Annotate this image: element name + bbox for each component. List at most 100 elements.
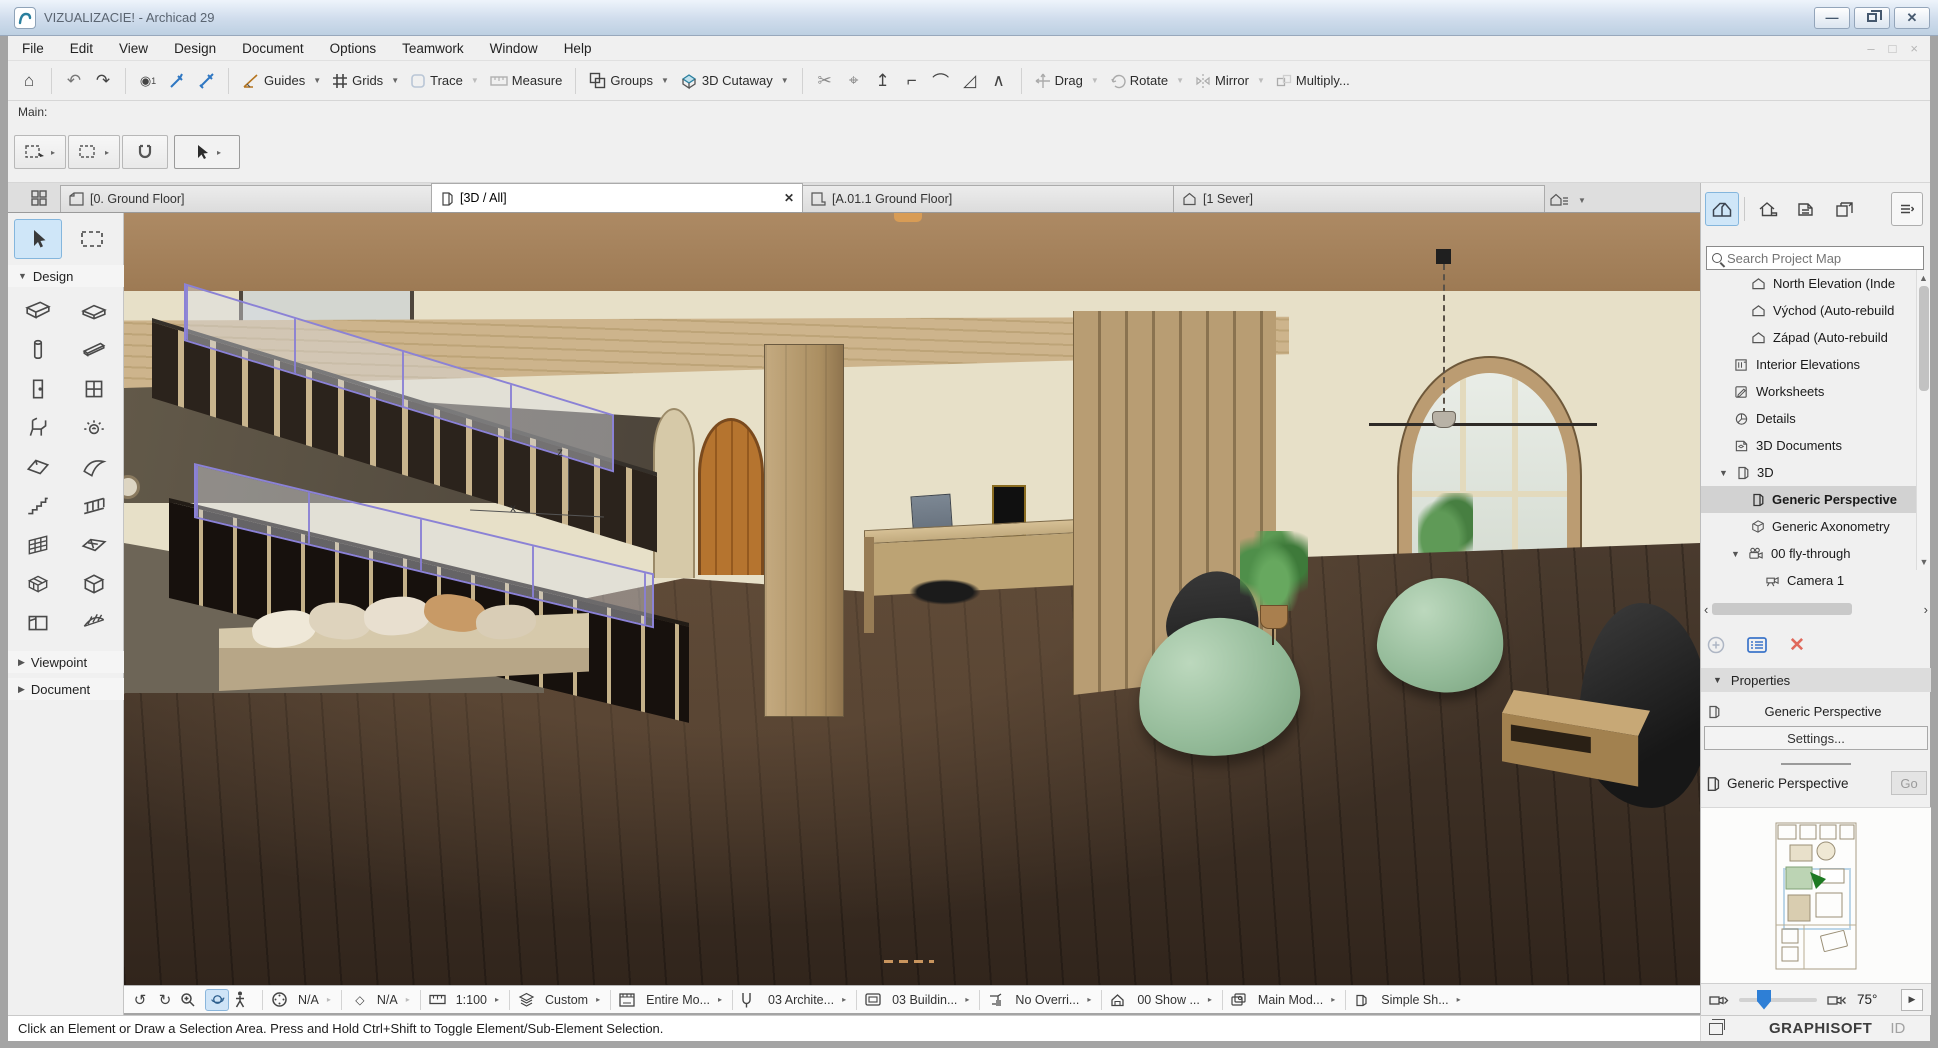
column-tool-button[interactable] [13,330,63,369]
scale-control[interactable]: 1:100▸ [454,993,501,1007]
graphic-overrides-control[interactable]: No Overri...▸ [1013,993,1093,1007]
tree-item-3d-documents[interactable]: 3D Documents [1701,432,1916,459]
scroll-right-icon[interactable]: › [1924,602,1928,617]
zoom-to-selection-icon[interactable]: ◉1 [137,73,159,89]
structure-display-control[interactable]: Entire Mo...▸ [644,993,724,1007]
marquee-selection-button[interactable]: ▸ [14,135,66,169]
tree-item-camera-1[interactable]: Camera 1 [1701,567,1916,594]
menu-options[interactable]: Options [330,41,377,56]
cutaway-handle-bottom[interactable] [884,960,934,963]
trim-icon[interactable]: ⌐ [901,71,923,91]
scene-window[interactable] [1397,356,1582,574]
redo-icon[interactable]: ↷ [92,71,114,91]
tab-a011-ground-floor[interactable]: [A.01.1 Ground Floor] [802,185,1174,212]
tree-item-generic-axonometry[interactable]: Generic Axonometry [1701,513,1916,540]
mesh-tool-button[interactable] [69,525,119,564]
scene-arch-opening[interactable] [653,408,695,578]
object-tool-button[interactable] [13,408,63,447]
menu-view[interactable]: View [119,41,148,56]
scrollbar-thumb[interactable] [1919,286,1929,391]
tree-item-3d[interactable]: ▼ 3D [1701,459,1916,486]
gravity-magnet-button[interactable] [122,135,168,169]
lamp-tool-button[interactable] [69,408,119,447]
menu-edit[interactable]: Edit [70,41,93,56]
tab-ground-floor[interactable]: [0. Ground Floor] [60,185,432,212]
home-icon[interactable]: ⌂ [18,71,40,91]
navigator-menu-button[interactable] [1891,192,1923,226]
tab-overview-grid-icon[interactable] [22,186,56,210]
mirror-button[interactable]: Mirror▼ [1193,73,1267,89]
multiply-button[interactable]: Multiply... [1274,73,1352,89]
close-button[interactable]: ✕ [1894,7,1930,29]
scroll-up-icon[interactable]: ▲ [1917,273,1930,283]
menu-design[interactable]: Design [174,41,216,56]
child-close-icon[interactable]: × [1910,41,1918,56]
window-tool-button[interactable] [69,369,119,408]
menu-window[interactable]: Window [490,41,538,56]
shell-tool-button[interactable] [69,447,119,486]
fillet-icon[interactable]: ⌒ [930,68,952,93]
pick-up-parameters-icon[interactable] [166,72,188,90]
publisher-button[interactable] [1827,192,1861,226]
menu-teamwork[interactable]: Teamwork [402,41,464,56]
scrollbar-thumb[interactable] [1712,603,1852,615]
curtain-wall-tool-button[interactable] [13,525,63,564]
wall-tool-button[interactable] [13,291,63,330]
tree-vertical-scrollbar[interactable]: ▲ ▼ [1916,270,1930,570]
tree-item-worksheets[interactable]: Worksheets [1701,378,1916,405]
menu-document[interactable]: Document [242,41,304,56]
scroll-left-icon[interactable]: ‹ [1704,602,1708,617]
renovation-filter-control[interactable]: 00 Show ...▸ [1135,993,1214,1007]
scene-ceiling[interactable] [124,213,1700,291]
beam-tool-button[interactable] [69,330,119,369]
project-map-button[interactable] [1705,192,1739,226]
properties-section-header[interactable]: ▼ Properties [1701,668,1931,692]
fov-wide-icon[interactable] [1827,993,1847,1007]
menu-file[interactable]: File [22,41,44,56]
child-minimize-icon[interactable]: – [1867,41,1874,56]
tab-3d-all[interactable]: [3D / All] ✕ [431,183,803,212]
3d-style-control[interactable]: Simple Sh...▸ [1379,993,1462,1007]
collapse-chevron-icon[interactable]: ▼ [1719,468,1729,478]
arrow-tool-button[interactable] [14,219,62,259]
tree-item-zapad[interactable]: Západ (Auto-rebuild [1701,324,1916,351]
toolbox-section-viewpoint[interactable]: ▶Viewpoint [8,651,124,673]
undo-icon[interactable]: ↶ [63,71,85,91]
fov-slider-handle[interactable] [1757,990,1771,1010]
opening-tool-button[interactable] [13,603,63,642]
groups-button[interactable]: Groups▼ [587,72,671,89]
dimensions-control[interactable]: Main Mod...▸ [1256,993,1337,1007]
3d-cutaway-button[interactable]: 3D Cutaway▼ [678,72,791,90]
slab-tool-button[interactable] [69,291,119,330]
viewpoint-settings-icon[interactable] [1747,637,1767,653]
sun-control[interactable]: N/A▸ [375,993,412,1007]
grid-element-tool-button[interactable] [13,564,63,603]
pen-set-control[interactable]: 03 Archite...▸ [766,993,848,1007]
tree-item-details[interactable]: Details [1701,405,1916,432]
intersect-icon[interactable]: ⌖ [843,71,865,91]
floor-plan-minimap[interactable] [1701,807,1931,983]
collapse-chevron-icon[interactable]: ▼ [1731,549,1741,559]
tree-horizontal-scrollbar[interactable]: ‹ › [1704,600,1928,618]
walk-mode-icon[interactable] [234,991,254,1008]
restore-button[interactable] [1854,7,1890,29]
marquee-tool-button[interactable] [68,219,116,259]
guides-button[interactable]: Guides▼ [240,72,323,90]
measure-button[interactable]: Measure [488,73,565,88]
project-map-search[interactable] [1706,246,1924,270]
toolbox-section-design[interactable]: ▼Design [8,265,124,287]
scroll-down-icon[interactable]: ▼ [1917,557,1931,567]
roof-tool-button[interactable] [13,447,63,486]
tree-item-00-fly-through[interactable]: ▼ 00 fly-through [1701,540,1916,567]
go-button[interactable]: Go [1891,771,1927,795]
settings-button[interactable]: Settings... [1704,726,1928,750]
stair-tool-button[interactable] [13,486,63,525]
zoom-forward-icon[interactable]: ↻ [155,991,175,1009]
search-input[interactable] [1727,251,1897,266]
trace-button[interactable]: Trace▼ [408,73,481,89]
tree-item-interior-elevations[interactable]: Interior Elevations [1701,351,1916,378]
grids-button[interactable]: Grids▼ [330,73,401,89]
scene-post[interactable] [764,344,844,717]
title-bar[interactable]: VIZUALIZACIE! - Archicad 29 — ✕ [0,0,1938,36]
view-map-button[interactable] [1751,192,1785,226]
